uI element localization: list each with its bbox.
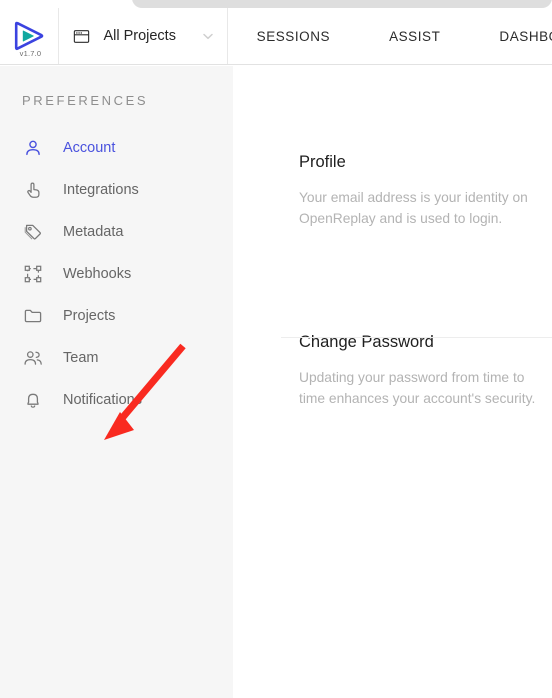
bell-icon: [23, 390, 43, 410]
openreplay-play-triangle-logo: [12, 20, 46, 52]
browser-window-icon: [73, 28, 90, 45]
sidebar-item-notifications[interactable]: Notifications: [0, 379, 233, 421]
section-title: Profile: [299, 153, 346, 171]
bounding-box-icon: [23, 264, 43, 284]
sidebar-item-label: Metadata: [63, 224, 124, 240]
sidebar-item-label: Integrations: [63, 182, 139, 198]
preferences-sidebar: PREFERENCES Account Integrations Metadat…: [0, 66, 233, 698]
app-root: v1.7.0 All Projects SESSIONS ASSIST DASH…: [0, 0, 552, 698]
section-description: Updating your password from time to time…: [299, 370, 536, 406]
sidebar-nav: Account Integrations Metadata Webhooks P…: [0, 127, 233, 421]
sidebar-item-webhooks[interactable]: Webhooks: [0, 253, 233, 295]
sidebar-item-label: Account: [63, 140, 116, 156]
top-overlay-strip: [0, 0, 552, 8]
folder-icon: [23, 306, 43, 326]
sidebar-item-integrations[interactable]: Integrations: [0, 169, 233, 211]
sidebar-heading: PREFERENCES: [22, 93, 149, 108]
section-description: Your email address is your identity on O…: [299, 190, 528, 226]
tab-assist[interactable]: ASSIST: [388, 8, 441, 64]
pointing-hand-icon: [23, 180, 43, 200]
logo-cell[interactable]: v1.7.0: [0, 8, 60, 64]
tab-sessions[interactable]: SESSIONS: [256, 8, 331, 64]
user-icon: [23, 138, 43, 158]
sidebar-item-label: Webhooks: [63, 266, 132, 282]
sidebar-item-label: Projects: [63, 308, 116, 324]
chevron-down-icon: [201, 29, 215, 43]
app-header: v1.7.0 All Projects SESSIONS ASSIST DASH…: [0, 8, 552, 65]
profile-section: Profile Your email address is your ident…: [233, 66, 552, 229]
sidebar-item-account[interactable]: Account: [0, 127, 233, 169]
sidebar-item-team[interactable]: Team: [0, 337, 233, 379]
sidebar-item-label: Team: [63, 350, 99, 366]
tab-dashboards[interactable]: DASHBO: [498, 8, 552, 64]
settings-main-content: Profile Your email address is your ident…: [233, 66, 552, 698]
header-tabs: SESSIONS ASSIST DASHBO: [228, 8, 552, 64]
sidebar-item-projects[interactable]: Projects: [0, 295, 233, 337]
project-selector-label: All Projects: [103, 28, 176, 44]
project-selector[interactable]: All Projects: [59, 8, 228, 64]
people-icon: [23, 348, 43, 368]
version-label: v1.7.0: [19, 49, 42, 58]
section-divider: [281, 337, 552, 338]
top-overlay-pill: [132, 0, 552, 8]
sidebar-item-metadata[interactable]: Metadata: [0, 211, 233, 253]
sidebar-item-label: Notifications: [63, 392, 142, 408]
section-title: Change Password: [299, 333, 434, 351]
tag-icon: [23, 222, 43, 242]
change-password-section: Change Password Updating your password f…: [233, 229, 552, 409]
